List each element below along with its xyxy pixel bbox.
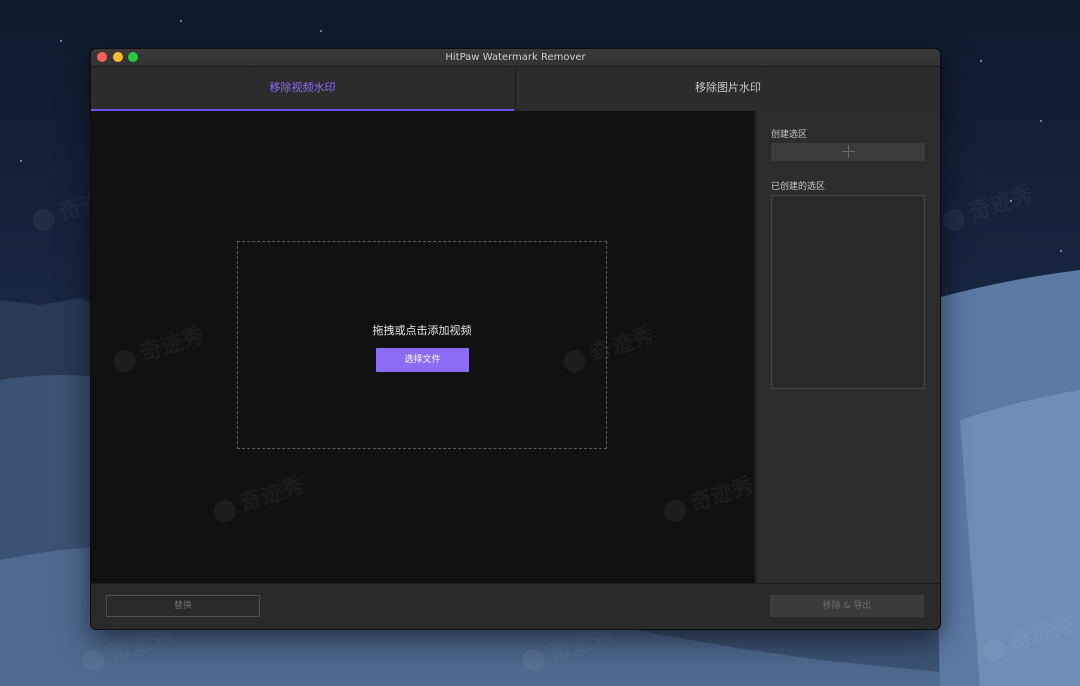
app-window: HitPaw Watermark Remover 移除视频水印 移除图片水印 拖… (90, 48, 941, 630)
drop-zone[interactable]: 拖拽或点击添加视频 选择文件 (237, 241, 607, 449)
add-selection-button[interactable] (771, 143, 925, 161)
replace-button[interactable]: 替换 (106, 595, 260, 617)
title-bar[interactable]: HitPaw Watermark Remover (91, 49, 940, 67)
window-title: HitPaw Watermark Remover (445, 52, 586, 63)
desktop-background: 奇迹秀 奇迹秀 奇迹秀 奇迹秀 奇迹秀 HitPaw Watermark Rem… (0, 0, 1080, 686)
tab-bar: 移除视频水印 移除图片水印 (91, 67, 940, 111)
create-selection-label: 创建选区 (771, 130, 808, 140)
drop-hint: 拖拽或点击添加视频 (372, 324, 472, 337)
watermark: 奇迹秀 (658, 467, 757, 526)
choose-file-button[interactable]: 选择文件 (376, 348, 469, 372)
tab-remove-video-watermark[interactable]: 移除视频水印 (91, 67, 514, 111)
remove-and-export-button[interactable]: 移除 & 导出 (770, 595, 924, 617)
watermark: 奇迹秀 (208, 467, 307, 526)
plus-icon (842, 145, 855, 158)
video-canvas: 拖拽或点击添加视频 选择文件 奇迹秀 奇迹秀 奇迹秀 奇迹秀 (91, 111, 757, 583)
created-selections-label: 已创建的选区 (771, 182, 826, 192)
tab-remove-image-watermark[interactable]: 移除图片水印 (515, 67, 940, 111)
selection-list[interactable] (771, 195, 925, 389)
bottom-bar: 替换 移除 & 导出 (91, 583, 940, 629)
watermark: 奇迹秀 (108, 317, 207, 376)
selection-sidebar: 创建选区 已创建的选区 (756, 111, 940, 583)
